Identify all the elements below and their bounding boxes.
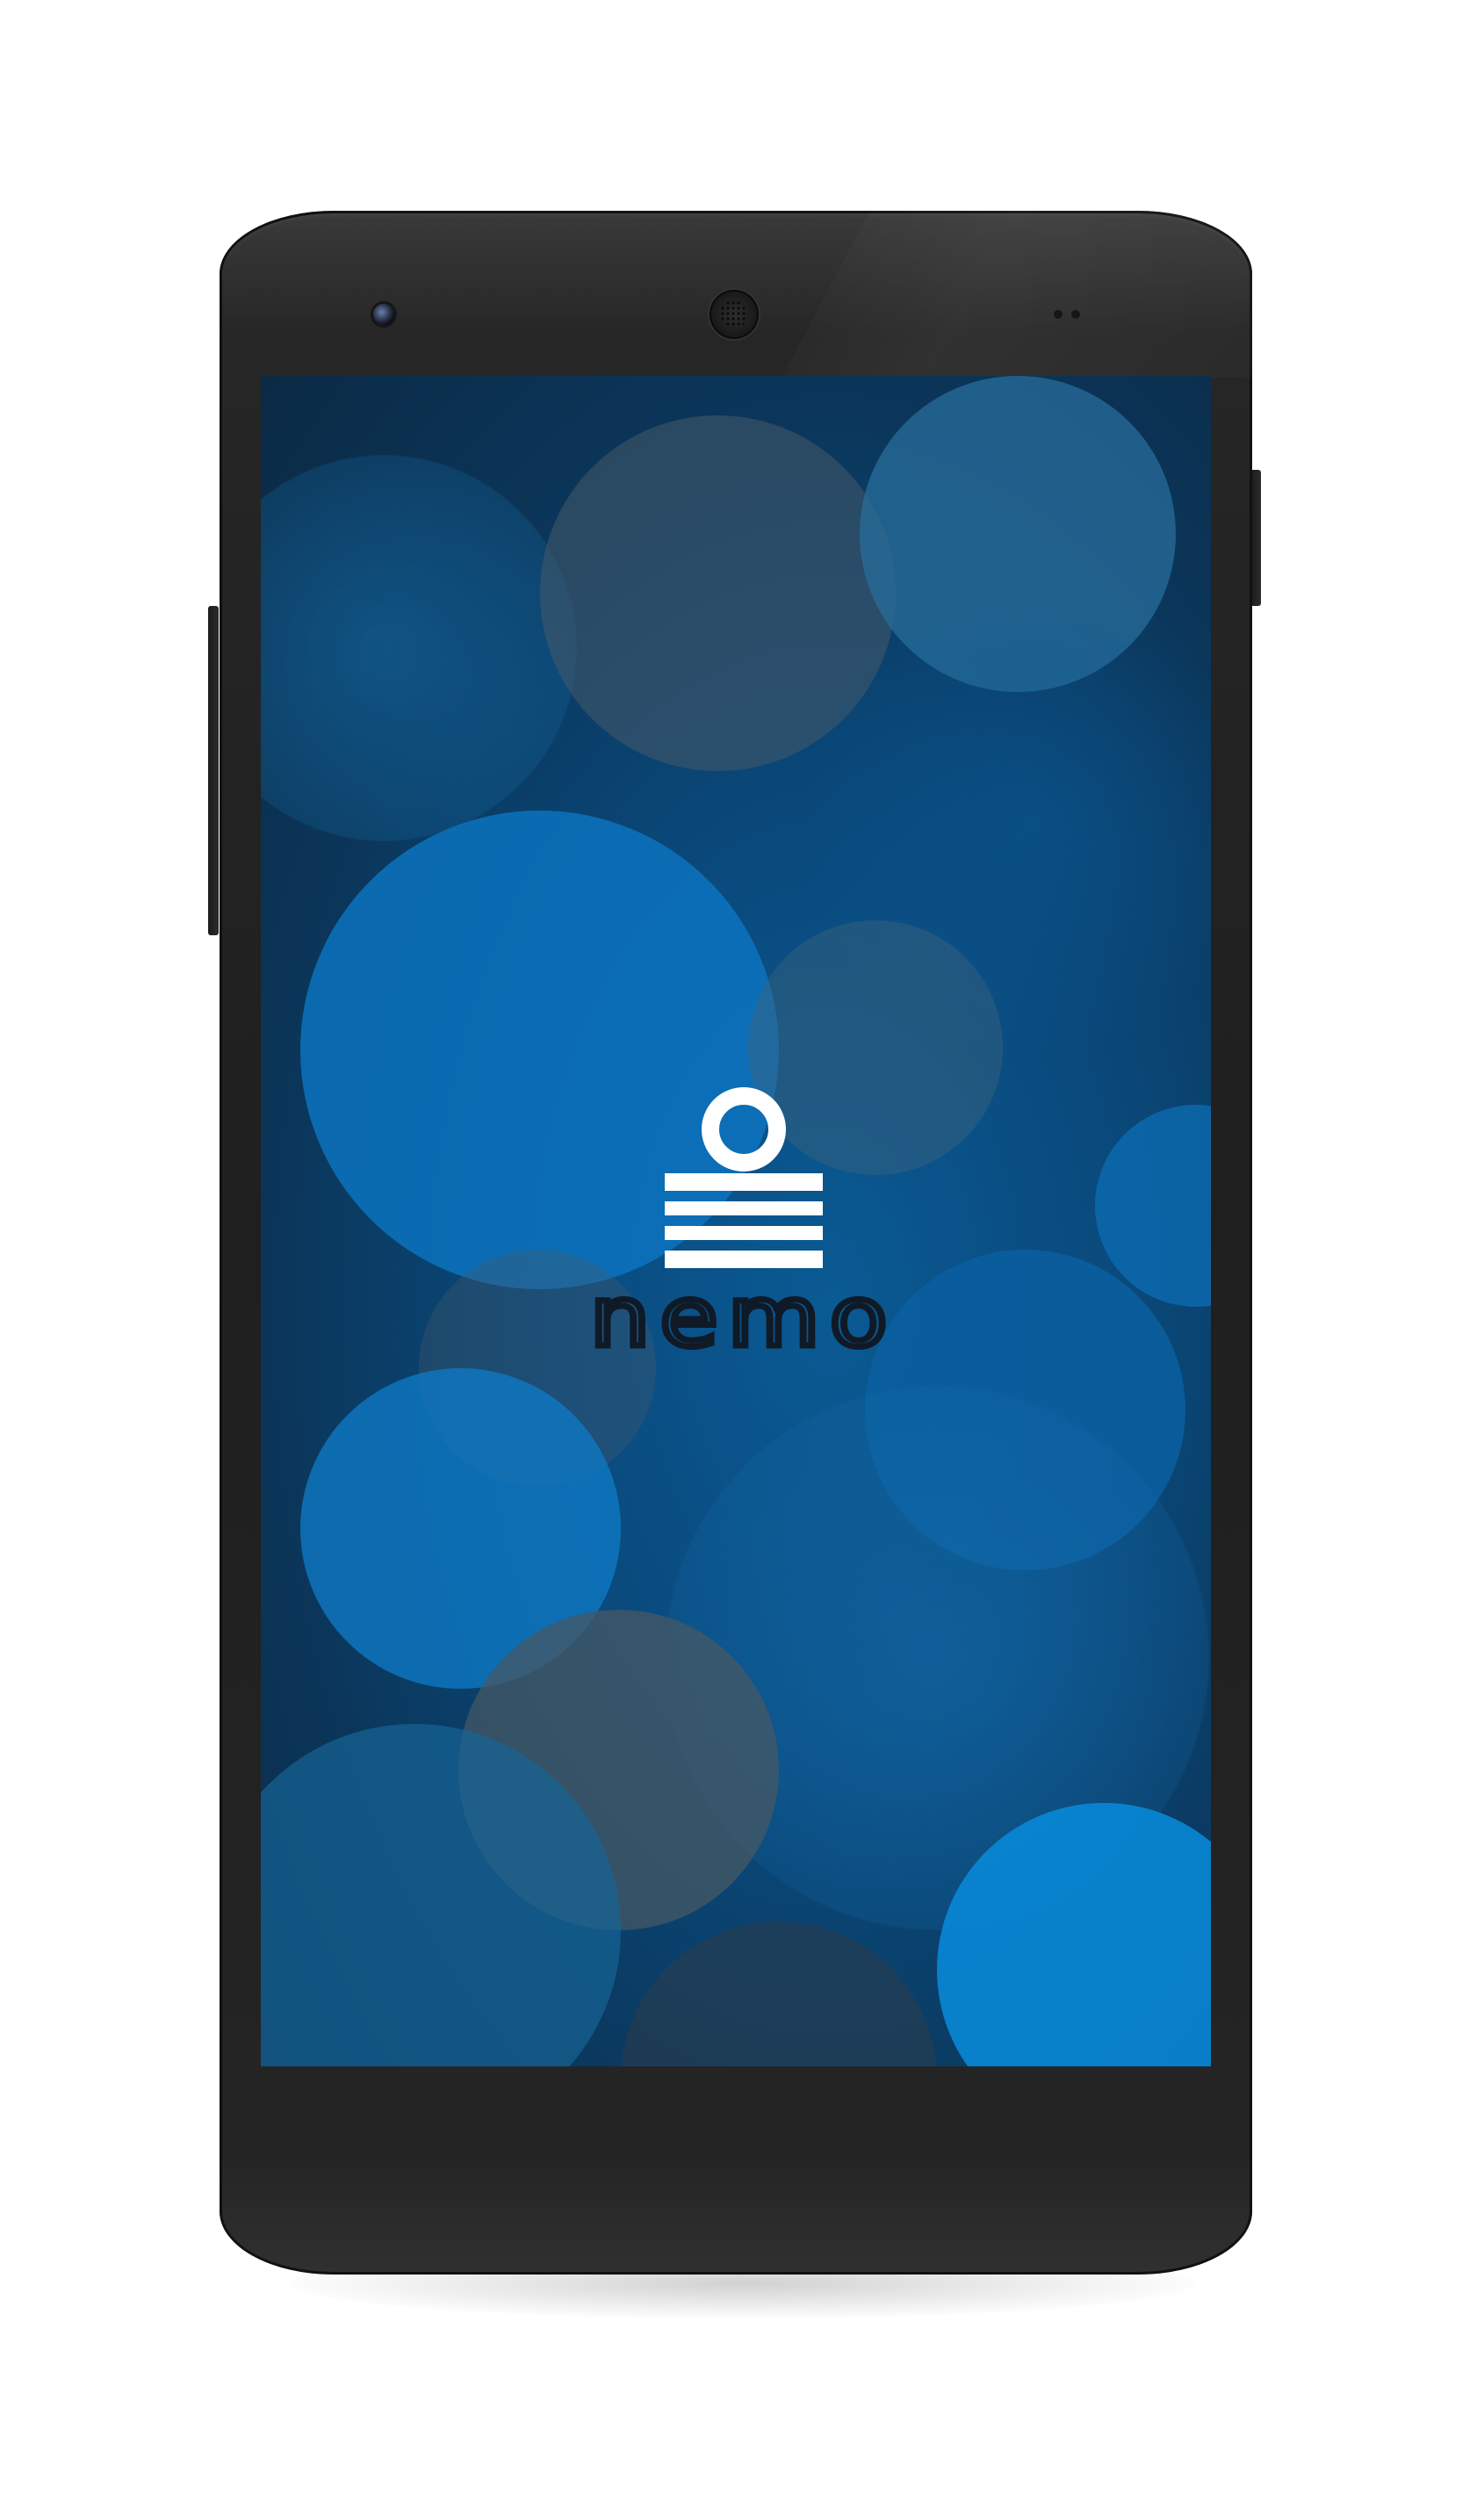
bezel-reflection <box>782 211 1252 378</box>
volume-key <box>208 606 219 935</box>
speaker-grille-icon <box>720 300 748 328</box>
light-sensor <box>1071 310 1080 319</box>
splash-screen[interactable]: nemo <box>261 376 1211 2066</box>
app-logo: nemo <box>261 376 1211 2066</box>
wordmark-text: nemo <box>590 1282 897 1352</box>
phone-body: nemo <box>220 211 1252 2275</box>
product-shot: nemo <box>0 0 1484 2509</box>
front-camera-icon <box>373 304 394 325</box>
proximity-sensor <box>1054 310 1063 319</box>
wordmark: nemo <box>587 1282 897 1352</box>
nemo-weight-icon <box>665 1087 823 1268</box>
